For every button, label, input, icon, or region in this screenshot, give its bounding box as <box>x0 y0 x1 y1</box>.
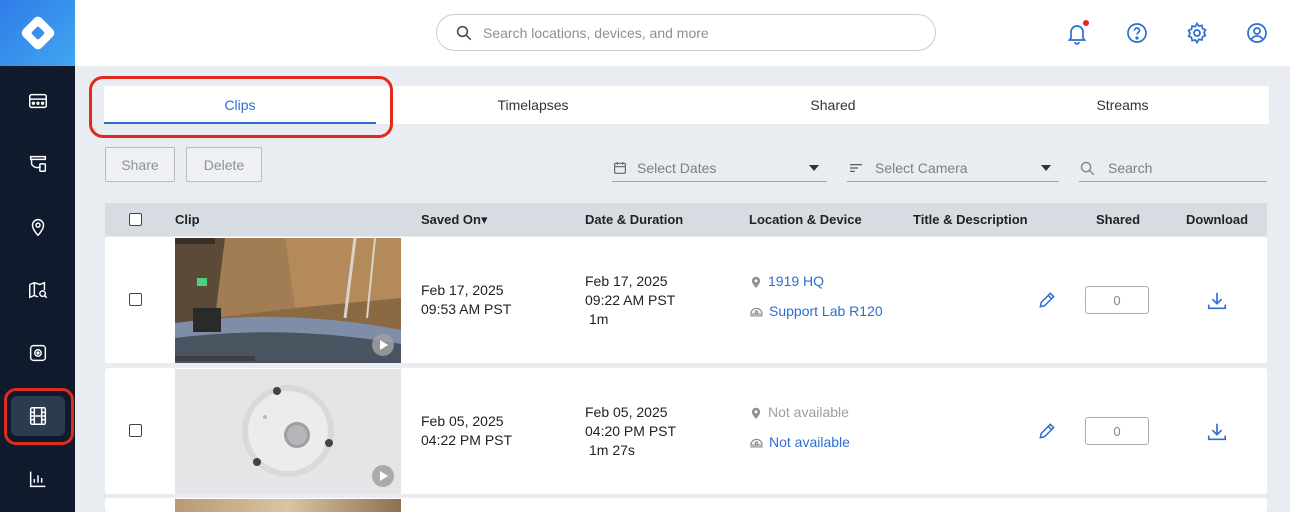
table-row[interactable]: Feb 17, 2025 09:53 AM PST Feb 17, 2025 0… <box>105 237 1267 363</box>
nav-reports[interactable] <box>0 455 75 503</box>
clip-duration: 1m 27s <box>589 442 635 458</box>
help-icon[interactable] <box>1125 21 1149 45</box>
camera-icon <box>29 155 46 172</box>
settings-gear-icon[interactable] <box>1185 21 1209 45</box>
select-dates-dropdown[interactable]: Select Dates <box>612 155 827 182</box>
location-name: 1919 HQ <box>768 273 825 289</box>
header-shared: Shared <box>1096 212 1141 227</box>
header-location-device: Location & Device <box>749 212 862 227</box>
map-search-icon <box>28 281 47 299</box>
saved-on-cell: Feb 05, 2025 04:22 PM PST <box>421 412 512 450</box>
dashboard-icon <box>28 93 47 109</box>
location-link[interactable]: 1919 HQ <box>749 272 883 291</box>
select-all-checkbox[interactable] <box>129 213 142 226</box>
header-title-description: Title & Description <box>913 212 1028 227</box>
top-bar: Search locations, devices, and more <box>75 0 1290 66</box>
global-search-placeholder: Search locations, devices, and more <box>483 24 709 41</box>
location-pin-icon <box>31 219 44 237</box>
highlight-ring-tab <box>89 76 393 138</box>
table-search-input[interactable]: Search <box>1079 155 1267 182</box>
device-name: Support Lab R120 <box>769 303 883 319</box>
nav-cameras[interactable] <box>0 139 75 187</box>
clip-preview-image <box>175 238 401 363</box>
shared-count-field[interactable]: 0 <box>1085 417 1149 445</box>
table-row[interactable]: Feb 05, 2025 04:22 PM PST Feb 05, 2025 0… <box>105 368 1267 494</box>
location-name: Not available <box>768 404 849 420</box>
clip-date: Feb 17, 2025 <box>585 273 668 289</box>
logo-icon <box>21 16 54 50</box>
tab-streams[interactable]: Streams <box>976 86 1269 124</box>
tab-streams-label: Streams <box>1096 97 1149 113</box>
saved-date: Feb 17, 2025 <box>421 282 504 298</box>
nav-map[interactable] <box>0 266 75 314</box>
dome-camera-icon <box>750 307 763 317</box>
row-checkbox[interactable] <box>129 293 142 306</box>
calendar-icon <box>614 162 626 174</box>
device-link[interactable]: Not available <box>749 433 850 452</box>
location-pin-icon <box>751 276 761 288</box>
table-header: Clip Saved On▾ Date & Duration Location … <box>105 203 1267 236</box>
clip-duration: 1m <box>589 311 609 327</box>
user-profile-icon[interactable] <box>1245 21 1269 45</box>
saved-date: Feb 05, 2025 <box>421 413 504 429</box>
select-camera-placeholder: Select Camera <box>875 160 968 176</box>
nav-devices[interactable] <box>0 329 75 377</box>
date-duration-cell: Feb 17, 2025 09:22 AM PST 1m <box>585 272 675 329</box>
edit-pencil-icon[interactable] <box>1037 421 1057 441</box>
tab-shared-label: Shared <box>810 97 856 113</box>
search-icon <box>456 25 472 40</box>
tab-shared[interactable]: Shared <box>690 86 976 124</box>
chart-icon <box>29 471 45 488</box>
location-device-cell: 1919 HQ Support Lab R120 <box>749 272 883 321</box>
download-icon[interactable] <box>1206 421 1228 443</box>
filter-lines-icon <box>850 164 862 172</box>
device-icon <box>29 344 46 362</box>
clip-thumbnail[interactable] <box>175 238 401 363</box>
row-checkbox[interactable] <box>129 424 142 437</box>
select-camera-dropdown[interactable]: Select Camera <box>847 155 1059 182</box>
chevron-down-icon <box>1041 165 1051 171</box>
location-device-cell: Not available Not available <box>749 403 850 452</box>
global-search-input[interactable]: Search locations, devices, and more <box>436 14 936 51</box>
download-icon[interactable] <box>1206 290 1228 312</box>
dome-camera-icon <box>750 438 763 448</box>
saved-time: 09:53 AM PST <box>421 301 512 317</box>
highlight-ring-sidebar <box>4 388 74 445</box>
share-button[interactable]: Share <box>105 147 175 182</box>
date-duration-cell: Feb 05, 2025 04:20 PM PST 1m 27s <box>585 403 676 460</box>
clip-thumbnail[interactable] <box>175 369 401 494</box>
search-icon <box>1080 161 1095 175</box>
saved-on-cell: Feb 17, 2025 09:53 AM PST <box>421 281 511 319</box>
play-icon[interactable] <box>372 334 394 356</box>
chevron-down-icon <box>809 165 819 171</box>
location-text: Not available <box>749 403 850 422</box>
nav-dashboard[interactable] <box>0 77 75 125</box>
device-name: Not available <box>769 434 850 450</box>
tab-timelapses[interactable]: Timelapses <box>376 86 690 124</box>
tab-timelapses-label: Timelapses <box>497 97 569 113</box>
header-saved-on[interactable]: Saved On▾ <box>421 212 488 228</box>
clip-date: Feb 05, 2025 <box>585 404 668 420</box>
device-link[interactable]: Support Lab R120 <box>749 302 883 321</box>
sidebar <box>0 0 75 512</box>
notification-badge <box>1083 20 1089 26</box>
delete-button[interactable]: Delete <box>186 147 262 182</box>
saved-time: 04:22 PM PST <box>421 432 513 448</box>
nav-locations[interactable] <box>0 203 75 251</box>
table-search-placeholder: Search <box>1108 160 1153 176</box>
clip-thumbnail[interactable] <box>175 499 401 512</box>
location-pin-icon <box>751 407 761 419</box>
app-logo[interactable] <box>0 0 75 66</box>
header-clip: Clip <box>175 212 200 227</box>
header-date-duration: Date & Duration <box>585 212 684 227</box>
clip-preview-image <box>175 369 401 494</box>
header-download: Download <box>1186 212 1249 227</box>
shared-count-field[interactable]: 0 <box>1085 286 1149 314</box>
table-row[interactable] <box>105 498 1267 512</box>
clip-time: 09:22 AM PST <box>585 292 676 308</box>
play-icon[interactable] <box>372 465 394 487</box>
clip-time: 04:20 PM PST <box>585 423 677 439</box>
select-dates-placeholder: Select Dates <box>637 160 717 176</box>
edit-pencil-icon[interactable] <box>1037 290 1057 310</box>
